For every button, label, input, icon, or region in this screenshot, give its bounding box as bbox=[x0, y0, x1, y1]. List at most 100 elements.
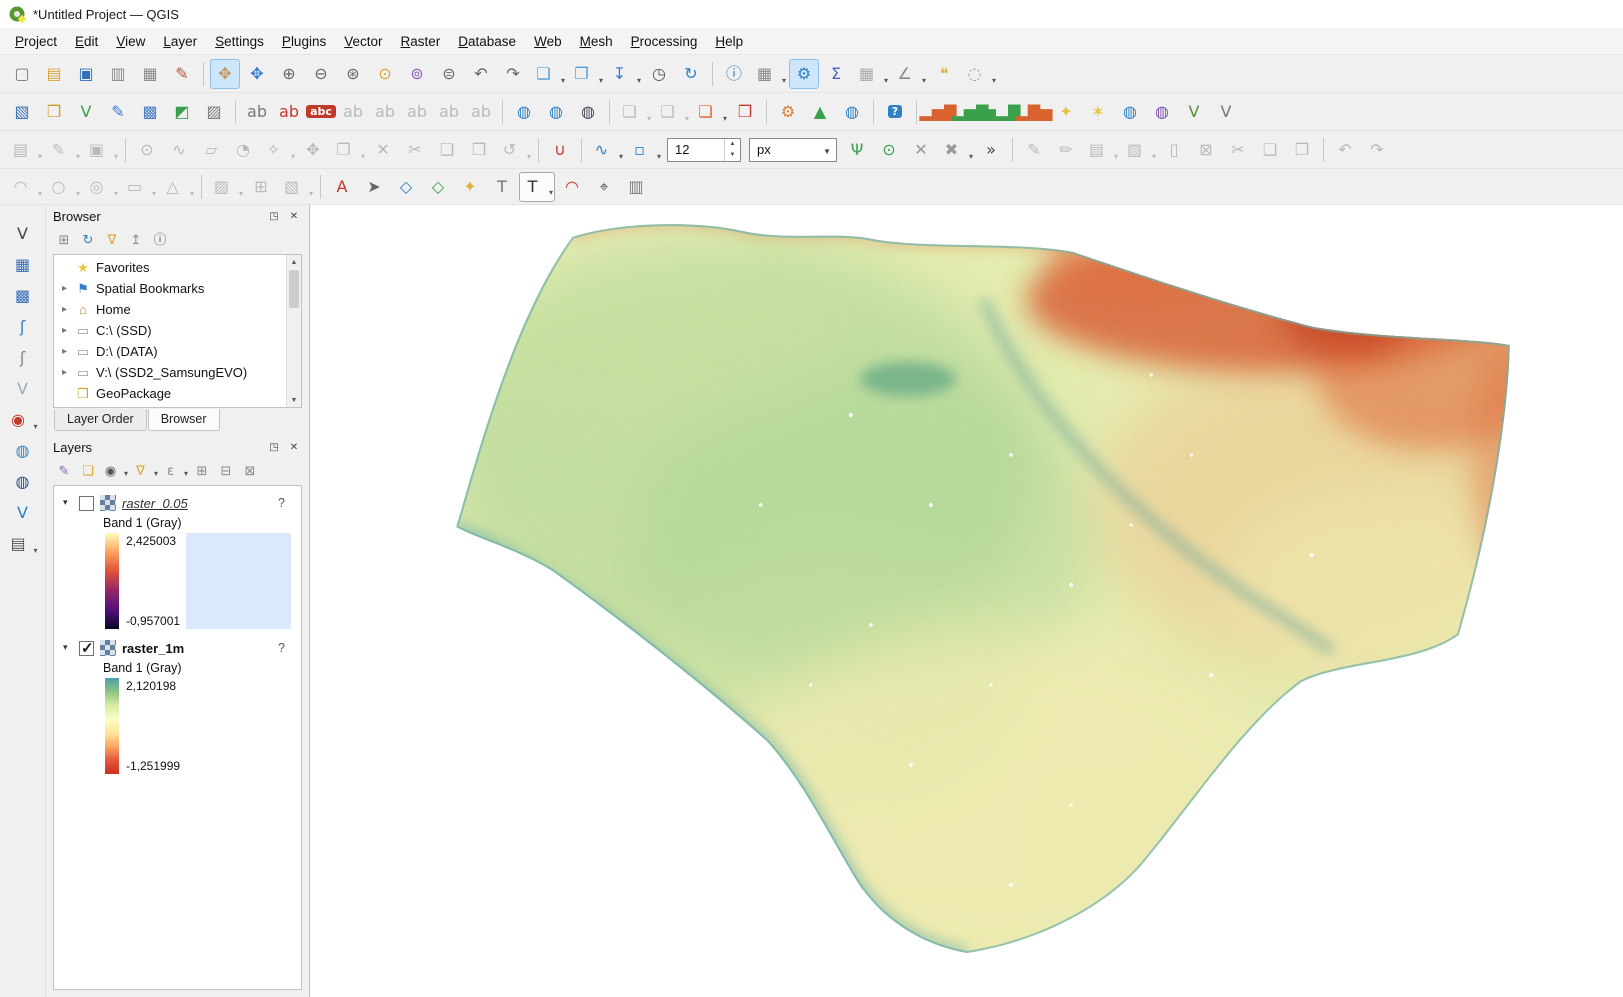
add-color-feature-tool[interactable]: ❒ bbox=[730, 97, 760, 127]
globe-plugin-button-2[interactable]: ◍ bbox=[1147, 97, 1177, 127]
current-edits-button[interactable]: ▤ bbox=[7, 135, 43, 165]
locator-search-button[interactable]: ◌ bbox=[961, 59, 997, 89]
layers-panel-close-button[interactable] bbox=[286, 440, 302, 456]
tab-layer-order[interactable]: Layer Order bbox=[54, 409, 147, 431]
new-gpx-layer-button[interactable]: ▨ bbox=[199, 97, 229, 127]
create-text-annotation-button[interactable]: A bbox=[327, 172, 357, 202]
add-wms-layer-button[interactable]: ◉ bbox=[7, 405, 39, 435]
expander-icon[interactable]: ▸ bbox=[59, 325, 70, 336]
quickmap-globe-button[interactable]: ◍ bbox=[837, 97, 867, 127]
new-geopackage-layer-button[interactable]: ❒ bbox=[39, 97, 69, 127]
annotation-pencil-alt-button[interactable]: ✏ bbox=[1051, 135, 1081, 165]
field-calculator-button[interactable]: ▦ bbox=[853, 59, 889, 89]
temporal-controller-button[interactable]: ◷ bbox=[644, 59, 674, 89]
add-line-feature-tool[interactable]: ∿ bbox=[164, 135, 194, 165]
browser-collapse-all-button[interactable]: ↥ bbox=[125, 229, 147, 251]
zoom-last-button[interactable]: ↶ bbox=[466, 59, 496, 89]
zoom-in-tool[interactable]: ⊕ bbox=[274, 59, 304, 89]
create-polygon-annotation-button[interactable]: ◇ bbox=[423, 172, 453, 202]
menu-processing[interactable]: Processing bbox=[622, 30, 707, 53]
toggle-editing-button[interactable]: ✎ bbox=[45, 135, 81, 165]
profile-plot-button-3[interactable]: ▅▂▇ bbox=[987, 97, 1017, 127]
pan-to-selection-tool[interactable]: ✥ bbox=[242, 59, 272, 89]
add-raster-layer-button[interactable]: ▦ bbox=[7, 250, 39, 280]
menu-plugins[interactable]: Plugins bbox=[273, 30, 335, 53]
new-spatialite-layer-button[interactable]: ✎ bbox=[103, 97, 133, 127]
redo-button[interactable]: ↷ bbox=[1362, 135, 1392, 165]
metasearch-button[interactable]: ◍ bbox=[509, 97, 539, 127]
style-manager-button[interactable]: ✎ bbox=[167, 59, 197, 89]
new-map-view-button[interactable]: ❏ bbox=[530, 59, 566, 89]
menu-layer[interactable]: Layer bbox=[154, 30, 206, 53]
digitizing-mode-button[interactable]: ✖ bbox=[938, 135, 974, 165]
open-project-button[interactable]: ▤ bbox=[39, 59, 69, 89]
web-search-button[interactable]: ◍ bbox=[573, 97, 603, 127]
pin-unpin-labels-tool[interactable]: ab bbox=[338, 97, 368, 127]
data-source-manager-button[interactable]: ▧ bbox=[7, 97, 37, 127]
browser-filter-button[interactable]: ∇ bbox=[101, 229, 123, 251]
select-annotation-tool[interactable]: ➤ bbox=[359, 172, 389, 202]
create-marker-annotation-button[interactable]: ✦ bbox=[455, 172, 485, 202]
avoid-intersections-button[interactable]: ⊙ bbox=[874, 135, 904, 165]
show-hide-labels-tool[interactable]: ab bbox=[370, 97, 400, 127]
osm-gear-button[interactable]: ⚙ bbox=[773, 97, 803, 127]
layer-name[interactable]: raster_1m bbox=[122, 641, 184, 656]
new-shapefile-layer-button[interactable]: V bbox=[71, 97, 101, 127]
text-annotation-dropdown[interactable]: T bbox=[519, 172, 555, 202]
spin-down-icon[interactable] bbox=[725, 150, 740, 161]
expander-icon[interactable]: ▸ bbox=[59, 367, 70, 378]
annotation-layer-button[interactable]: ▤ bbox=[1083, 135, 1119, 165]
browser-item-drive-v[interactable]: ▸ ▭ V:\ (SSD2_SamsungEVO) bbox=[54, 362, 301, 383]
close-digitizing-button[interactable]: ✕ bbox=[906, 135, 936, 165]
new-mesh-layer-button[interactable]: ◩ bbox=[167, 97, 197, 127]
layer-crs-indicator[interactable]: ? bbox=[278, 496, 285, 510]
zoom-to-layer-button[interactable]: ⊚ bbox=[402, 59, 432, 89]
browser-refresh-button[interactable]: ↻ bbox=[77, 229, 99, 251]
highlight-pinned-labels-button[interactable]: abc bbox=[306, 97, 336, 127]
annotation-pencil-button[interactable]: ✎ bbox=[1019, 135, 1049, 165]
open-attribute-table-button[interactable]: ▦ bbox=[751, 59, 787, 89]
mesh-digitizing-button[interactable]: ▨ bbox=[208, 172, 244, 202]
menu-mesh[interactable]: Mesh bbox=[571, 30, 622, 53]
browser-item-favorites[interactable]: ★ Favorites bbox=[54, 257, 301, 278]
menu-settings[interactable]: Settings bbox=[206, 30, 273, 53]
delete-annotation-button[interactable]: ⊠ bbox=[1191, 135, 1221, 165]
snapping-toggle-button[interactable]: ∪ bbox=[545, 135, 575, 165]
menu-edit[interactable]: Edit bbox=[66, 30, 107, 53]
help-button[interactable]: ? bbox=[880, 97, 910, 127]
map-theme-tool-1[interactable]: ❏ bbox=[616, 97, 652, 127]
paste-annotation-button[interactable]: ❒ bbox=[1287, 135, 1317, 165]
expander-icon[interactable]: ▸ bbox=[59, 346, 70, 357]
rotate-label-tool[interactable]: ab bbox=[434, 97, 464, 127]
create-line-annotation-button[interactable]: ◇ bbox=[391, 172, 421, 202]
add-circular-feature-tool[interactable]: ◔ bbox=[228, 135, 258, 165]
annotation-units-combobox[interactable]: px bbox=[749, 138, 837, 162]
zoom-native-button[interactable]: ⊜ bbox=[434, 59, 464, 89]
browser-item-drive-c[interactable]: ▸ ▭ C:\ (SSD) bbox=[54, 320, 301, 341]
save-layer-edits-button[interactable]: ▣ bbox=[83, 135, 119, 165]
profile-plot-button-1[interactable]: ▂▅▇ bbox=[923, 97, 953, 127]
browser-panel-float-button[interactable] bbox=[266, 209, 282, 225]
zoom-out-tool[interactable]: ⊖ bbox=[306, 59, 336, 89]
show-spatial-bookmarks-button[interactable]: ↧ bbox=[606, 59, 642, 89]
undo-button[interactable]: ↶ bbox=[1330, 135, 1360, 165]
add-group-button[interactable]: ❏ bbox=[77, 460, 99, 482]
save-project-button[interactable]: ▣ bbox=[71, 59, 101, 89]
processing-toolbox-button[interactable]: ⚙ bbox=[789, 59, 819, 89]
browser-item-geopackage[interactable]: ❒ GeoPackage bbox=[54, 383, 301, 404]
add-vector-layer-button[interactable]: V bbox=[7, 219, 39, 249]
menu-raster[interactable]: Raster bbox=[392, 30, 450, 53]
new-3d-map-view-button[interactable]: ❐ bbox=[568, 59, 604, 89]
cut-features-tool[interactable]: ✂ bbox=[400, 135, 430, 165]
add-virtual-layer-button[interactable]: ▤ bbox=[7, 529, 39, 559]
annotation-text-size-spinbox[interactable]: 12 bbox=[667, 138, 741, 162]
menu-vector[interactable]: Vector bbox=[335, 30, 391, 53]
pan-map-tool[interactable]: ✥ bbox=[210, 59, 240, 89]
map-canvas[interactable] bbox=[310, 205, 1623, 997]
stream-digitizing-button[interactable]: Ψ bbox=[842, 135, 872, 165]
menu-web[interactable]: Web bbox=[525, 30, 571, 53]
shape-circular-string-button[interactable]: ◠ bbox=[7, 172, 43, 202]
zoom-to-selection-button[interactable]: ⊙ bbox=[370, 59, 400, 89]
add-point-feature-tool[interactable]: ⊙ bbox=[132, 135, 162, 165]
web-geocoder-button[interactable]: ◍ bbox=[541, 97, 571, 127]
